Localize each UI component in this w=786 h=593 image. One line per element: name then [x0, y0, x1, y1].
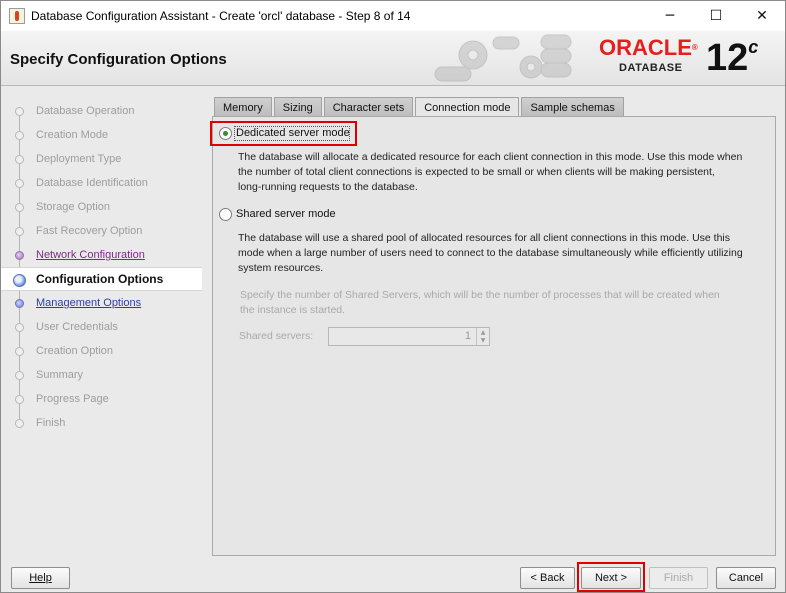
shared-description-line: The database will use a shared pool of a… [238, 232, 731, 244]
version-suffix: c [748, 37, 759, 57]
shared-description: The database will use a shared pool of a… [238, 231, 768, 276]
dedicated-server-label[interactable]: Dedicated server mode [236, 127, 350, 139]
oracle-database-label: DATABASE [619, 62, 683, 74]
step-status-icon [15, 131, 24, 140]
sidebar-item-label: User Credentials [36, 321, 118, 333]
sidebar-item-label: Progress Page [36, 393, 109, 405]
sidebar-item-deployment-type: Deployment Type [1, 147, 202, 171]
sidebar-item-label: Fast Recovery Option [36, 225, 143, 237]
shared-servers-hint-line: Specify the number of Shared Servers, wh… [240, 289, 720, 301]
sidebar-item-label: Configuration Options [36, 272, 164, 286]
page-title: Specify Configuration Options [10, 51, 227, 68]
sidebar-item-creation-mode: Creation Mode [1, 123, 202, 147]
step-status-icon [15, 107, 24, 116]
step-status-icon [15, 203, 24, 212]
spinner-up-icon[interactable]: ▲ [477, 328, 489, 336]
version-number: 12 [706, 37, 749, 79]
shared-server-label[interactable]: Shared server mode [236, 208, 336, 220]
steps-navigation: Database Operation Creation Mode Deploymen… [1, 87, 203, 557]
dedicated-description-line: The database will allocate a dedicated r… [238, 151, 743, 163]
tab-connection-mode[interactable]: Connection mode [415, 97, 520, 118]
next-button[interactable]: Next > [581, 567, 641, 589]
dedicated-description-line: long-running requests to the database. [238, 181, 418, 193]
registered-mark: ® [691, 43, 698, 52]
next-button-label: Next > [594, 572, 628, 584]
spinner-buttons: ▲ ▼ [476, 328, 489, 345]
sidebar-item-fast-recovery-option: Fast Recovery Option [1, 219, 202, 243]
sidebar-item-management-options[interactable]: Management Options [1, 291, 202, 315]
step-status-icon [13, 274, 26, 287]
sidebar-item-configuration-options: Configuration Options [1, 267, 202, 291]
cancel-button-label: Cancel [728, 572, 764, 584]
header-banner: Specify Configuration Options ORACLE® DA… [1, 31, 785, 86]
sidebar-item-network-configuration[interactable]: Network Configuration [1, 243, 202, 267]
maximize-button[interactable]: ☐ [693, 1, 739, 31]
sidebar-item-label: Database Identification [36, 177, 148, 189]
back-button-label: < Back [530, 572, 565, 584]
tab-memory[interactable]: Memory [214, 97, 272, 117]
sidebar-item-database-identification: Database Identification [1, 171, 202, 195]
sidebar-item-label: Finish [36, 417, 66, 429]
finish-button[interactable]: Finish [649, 567, 708, 589]
shared-servers-hint: Specify the number of Shared Servers, wh… [240, 288, 770, 318]
step-status-icon [15, 299, 24, 308]
sidebar-item-label: Creation Mode [36, 129, 109, 141]
sidebar-item-label: Deployment Type [36, 153, 122, 165]
window-controls: ─ ☐ ✕ [647, 1, 785, 31]
step-status-icon [15, 155, 24, 164]
tab-character-sets[interactable]: Character sets [323, 97, 414, 117]
oracle-wordmark-text: ORACLE [599, 35, 692, 60]
window-title: Database Configuration Assistant - Creat… [31, 9, 411, 23]
minimize-button[interactable]: ─ [647, 1, 693, 31]
title-bar: Database Configuration Assistant - Creat… [1, 1, 785, 31]
gears-decoration-icon [434, 34, 572, 82]
tab-sizing[interactable]: Sizing [273, 97, 322, 117]
help-button-label: Help [29, 572, 52, 584]
step-status-icon [15, 251, 24, 260]
sidebar-item-label: Management Options [36, 297, 142, 309]
finish-button-label: Finish [663, 572, 694, 584]
sidebar-item-finish: Finish [1, 411, 202, 435]
shared-server-radio[interactable] [219, 208, 232, 221]
help-button[interactable]: Help [11, 567, 70, 589]
sidebar-item-storage-option: Storage Option [1, 195, 202, 219]
sidebar-item-creation-option: Creation Option [1, 339, 202, 363]
step-status-icon [15, 347, 24, 356]
version-badge: 12c [706, 37, 758, 79]
shared-servers-hint-line: the instance is started. [240, 304, 346, 316]
sidebar-item-label: Creation Option [36, 345, 114, 357]
dedicated-description-line: the number of total client connections i… [238, 166, 715, 178]
step-status-icon [15, 179, 24, 188]
dedicated-server-radio[interactable] [219, 127, 232, 140]
sidebar-item-label: Network Configuration [36, 249, 145, 261]
step-status-icon [15, 419, 24, 428]
close-button[interactable]: ✕ [739, 1, 785, 31]
sidebar-item-label: Summary [36, 369, 84, 381]
oracle-database-logo: ORACLE® DATABASE [599, 37, 701, 79]
dbca-window: Database Configuration Assistant - Creat… [0, 0, 786, 593]
options-tabs: Memory Sizing Character sets Connection mod… [214, 97, 626, 118]
oracle-wordmark: ORACLE® [599, 37, 701, 59]
shared-description-line: system resources. [238, 262, 324, 274]
dedicated-description: The database will allocate a dedicated r… [238, 150, 768, 195]
java-app-icon [9, 8, 25, 24]
step-status-icon [15, 371, 24, 380]
tab-sample-schemas[interactable]: Sample schemas [521, 97, 624, 117]
spinner-down-icon[interactable]: ▼ [477, 336, 489, 344]
shared-servers-label: Shared servers: [239, 330, 314, 342]
step-status-icon [15, 395, 24, 404]
sidebar-item-summary: Summary [1, 363, 202, 387]
sidebar-item-database-operation: Database Operation [1, 99, 202, 123]
sidebar-item-user-credentials: User Credentials [1, 315, 202, 339]
shared-servers-spinner[interactable]: 1 ▲ ▼ [328, 327, 490, 346]
sidebar-item-label: Storage Option [36, 201, 110, 213]
cancel-button[interactable]: Cancel [716, 567, 776, 589]
back-button[interactable]: < Back [520, 567, 575, 589]
sidebar-item-progress-page: Progress Page [1, 387, 202, 411]
shared-servers-value: 1 [464, 330, 471, 342]
step-status-icon [15, 323, 24, 332]
shared-description-line: mode when a large number of users need t… [238, 247, 743, 259]
sidebar-item-label: Database Operation [36, 105, 135, 117]
step-status-icon [15, 227, 24, 236]
